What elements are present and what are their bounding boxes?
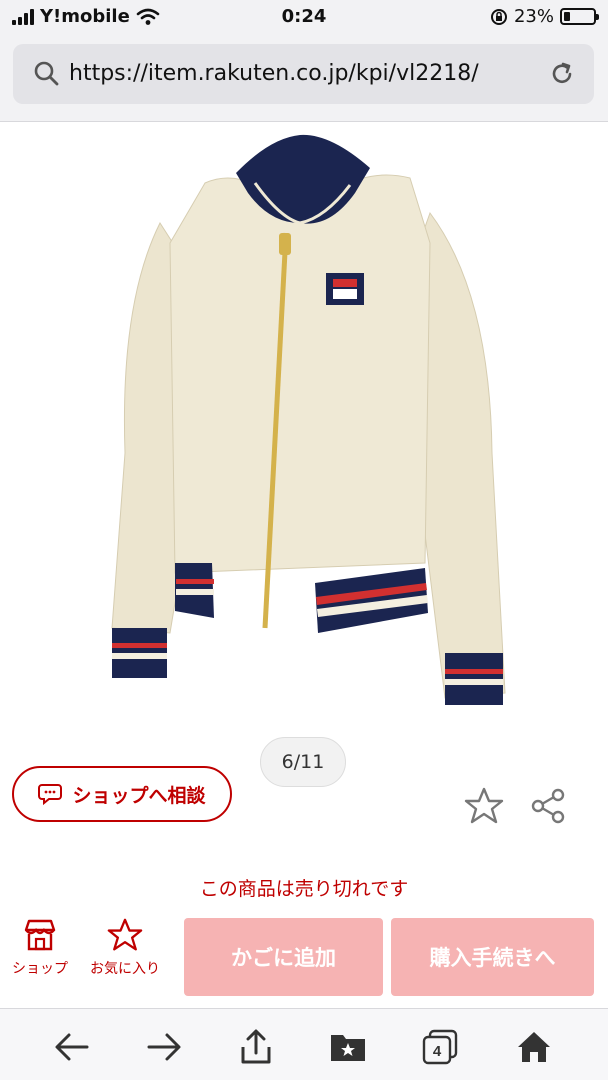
battery-icon	[560, 8, 599, 25]
browser-toolbar: 4	[0, 1008, 608, 1080]
shop-icon	[24, 919, 56, 951]
bookmarks-folder-icon	[331, 1035, 365, 1061]
orientation-lock-icon	[490, 8, 507, 25]
home-button[interactable]	[514, 1027, 554, 1067]
purchase-bar: ショップ お気に入り かごに追加 購入手続きへ	[0, 912, 608, 1007]
upload-share-icon	[241, 1029, 271, 1064]
share-icon[interactable]	[530, 788, 566, 824]
tabs-icon: 4	[422, 1029, 458, 1065]
forward-button[interactable]	[144, 1027, 184, 1067]
search-icon	[34, 61, 59, 86]
favorite-label: お気に入り	[90, 961, 160, 977]
shop-label: ショップ	[12, 961, 68, 977]
arrow-right-icon	[147, 1033, 181, 1061]
favorite-link[interactable]: お気に入り	[90, 918, 160, 978]
shop-consult-button[interactable]: ショップへ相談	[12, 766, 232, 822]
address-bar[interactable]: https://item.rakuten.co.jp/kpi/vl2218/	[13, 44, 594, 104]
tab-count: 4	[433, 1043, 442, 1060]
star-icon	[107, 918, 143, 951]
consult-label: ショップへ相談	[72, 784, 206, 807]
battery-percent: 23%	[513, 6, 554, 27]
battery-info: 23%	[490, 6, 599, 27]
sold-out-message: この商品は売り切れです	[199, 878, 409, 900]
bookmarks-button[interactable]	[328, 1027, 368, 1067]
product-image[interactable]	[0, 123, 608, 728]
image-counter: 6/11	[260, 737, 346, 787]
reload-icon[interactable]	[548, 60, 576, 88]
status-bar: Y!mobile 0:24 23%	[0, 0, 608, 34]
browser-address-area: https://item.rakuten.co.jp/kpi/vl2218/	[0, 34, 608, 122]
home-icon	[518, 1032, 550, 1062]
back-button[interactable]	[52, 1027, 92, 1067]
shop-link[interactable]: ショップ	[12, 918, 68, 978]
share-page-button[interactable]	[236, 1027, 276, 1067]
favorite-star-icon[interactable]	[464, 787, 504, 825]
checkout-button[interactable]: 購入手続きへ	[391, 918, 594, 996]
add-to-cart-button[interactable]: かごに追加	[184, 918, 383, 996]
arrow-left-icon	[55, 1033, 89, 1061]
tabs-button[interactable]: 4	[420, 1027, 460, 1067]
url-text[interactable]: https://item.rakuten.co.jp/kpi/vl2218/	[69, 61, 479, 86]
chat-icon	[38, 784, 63, 806]
